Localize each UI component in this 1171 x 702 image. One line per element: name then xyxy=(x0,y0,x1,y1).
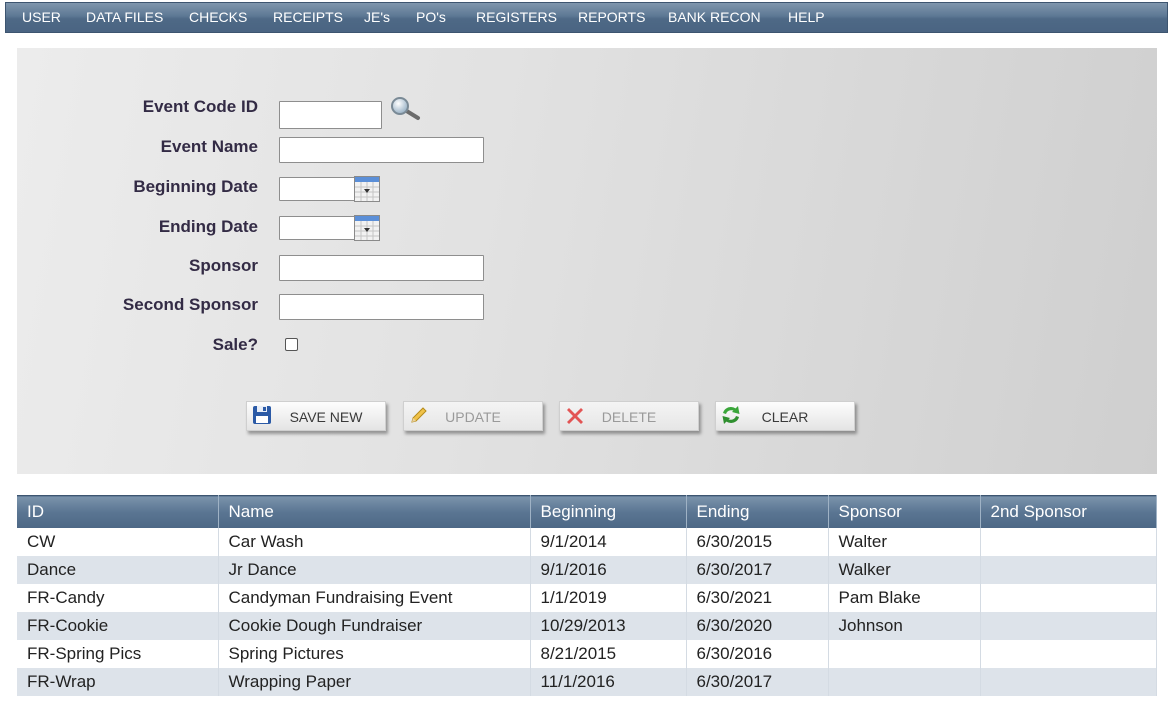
table-header-row: ID Name Beginning Ending Sponsor 2nd Spo… xyxy=(17,495,1157,528)
cell-ending: 6/30/2021 xyxy=(686,584,829,612)
cell-sponsor: Walker xyxy=(828,556,981,584)
table-row[interactable]: FR-Cookie Cookie Dough Fundraiser 10/29/… xyxy=(17,612,1157,640)
second-sponsor-input[interactable] xyxy=(279,294,484,320)
column-header-sponsor[interactable]: Sponsor xyxy=(828,495,981,528)
cell-id: Dance xyxy=(17,556,219,584)
menu-checks[interactable]: CHECKS xyxy=(189,3,247,32)
cell-id: FR-Spring Pics xyxy=(17,640,219,668)
save-new-button[interactable]: SAVE NEW xyxy=(246,401,386,431)
cell-ending: 6/30/2020 xyxy=(686,612,829,640)
beginning-date-label: Beginning Date xyxy=(133,177,258,196)
table-row[interactable]: CW Car Wash 9/1/2014 6/30/2015 Walter xyxy=(17,528,1157,556)
event-form-panel: Event Code ID Event Name Beginning Date xyxy=(17,48,1157,474)
sale-checkbox[interactable] xyxy=(285,338,298,351)
column-header-id[interactable]: ID xyxy=(17,495,219,528)
sponsor-input[interactable] xyxy=(279,255,484,281)
cell-2nd-sponsor xyxy=(980,668,1157,696)
cell-sponsor: Walter xyxy=(828,528,981,556)
cell-id: FR-Candy xyxy=(17,584,219,612)
menu-bank-recon[interactable]: BANK RECON xyxy=(668,3,761,32)
cell-id: FR-Wrap xyxy=(17,668,219,696)
ending-date-label: Ending Date xyxy=(158,217,258,236)
column-header-ending[interactable]: Ending xyxy=(686,495,829,528)
cell-ending: 6/30/2016 xyxy=(686,640,829,668)
table-row[interactable]: FR-Candy Candyman Fundraising Event 1/1/… xyxy=(17,584,1157,612)
sponsor-label: Sponsor xyxy=(189,256,258,275)
cell-ending: 6/30/2015 xyxy=(686,528,829,556)
column-header-2nd-sponsor[interactable]: 2nd Sponsor xyxy=(980,495,1157,528)
cell-beginning: 8/21/2015 xyxy=(530,640,687,668)
cell-name: Car Wash xyxy=(218,528,531,556)
event-code-input[interactable] xyxy=(279,101,382,129)
event-name-input[interactable] xyxy=(279,137,484,163)
cell-beginning: 9/1/2014 xyxy=(530,528,687,556)
cell-name: Candyman Fundraising Event xyxy=(218,584,531,612)
cell-2nd-sponsor xyxy=(980,612,1157,640)
beginning-date-input[interactable] xyxy=(279,177,355,201)
menu-pos[interactable]: PO's xyxy=(416,3,446,32)
update-button[interactable]: UPDATE xyxy=(403,401,543,431)
cell-name: Jr Dance xyxy=(218,556,531,584)
second-sponsor-label: Second Sponsor xyxy=(122,295,258,314)
clear-button[interactable]: CLEAR xyxy=(715,401,855,431)
cell-name: Spring Pictures xyxy=(218,640,531,668)
menu-receipts[interactable]: RECEIPTS xyxy=(273,3,343,32)
cell-beginning: 10/29/2013 xyxy=(530,612,687,640)
cell-name: Wrapping Paper xyxy=(218,668,531,696)
table-row[interactable]: FR-Wrap Wrapping Paper 11/1/2016 6/30/20… xyxy=(17,668,1157,696)
table-row[interactable]: FR-Spring Pics Spring Pictures 8/21/2015… xyxy=(17,640,1157,668)
delete-button[interactable]: DELETE xyxy=(559,401,699,431)
menu-data-files[interactable]: DATA FILES xyxy=(86,3,163,32)
cell-sponsor xyxy=(828,640,981,668)
calendar-icon[interactable] xyxy=(354,176,380,202)
cell-2nd-sponsor xyxy=(980,528,1157,556)
menu-help[interactable]: HELP xyxy=(788,3,825,32)
cell-beginning: 9/1/2016 xyxy=(530,556,687,584)
event-name-label: Event Name xyxy=(160,137,258,156)
cell-name: Cookie Dough Fundraiser xyxy=(218,612,531,640)
table-row[interactable]: Dance Jr Dance 9/1/2016 6/30/2017 Walker xyxy=(17,556,1157,584)
magnifier-icon[interactable] xyxy=(387,96,423,122)
cell-ending: 6/30/2017 xyxy=(686,668,829,696)
main-menu-bar: USER DATA FILES CHECKS RECEIPTS JE's PO'… xyxy=(5,2,1168,33)
menu-user[interactable]: USER xyxy=(22,3,61,32)
cell-ending: 6/30/2017 xyxy=(686,556,829,584)
menu-jes[interactable]: JE's xyxy=(364,3,390,32)
cell-2nd-sponsor xyxy=(980,640,1157,668)
sale-label: Sale? xyxy=(212,335,258,354)
cell-sponsor xyxy=(828,668,981,696)
calendar-icon[interactable] xyxy=(354,215,380,241)
cell-sponsor: Johnson xyxy=(828,612,981,640)
column-header-name[interactable]: Name xyxy=(218,495,531,528)
column-header-beginning[interactable]: Beginning xyxy=(530,495,687,528)
event-code-label: Event Code ID xyxy=(142,97,258,116)
cell-2nd-sponsor xyxy=(980,556,1157,584)
cell-beginning: 11/1/2016 xyxy=(530,668,687,696)
events-table: ID Name Beginning Ending Sponsor 2nd Spo… xyxy=(17,495,1157,696)
cell-id: FR-Cookie xyxy=(17,612,219,640)
cell-2nd-sponsor xyxy=(980,584,1157,612)
menu-registers[interactable]: REGISTERS xyxy=(476,3,557,32)
menu-reports[interactable]: REPORTS xyxy=(578,3,645,32)
cell-beginning: 1/1/2019 xyxy=(530,584,687,612)
cell-id: CW xyxy=(17,528,219,556)
cell-sponsor: Pam Blake xyxy=(828,584,981,612)
ending-date-input[interactable] xyxy=(279,216,355,240)
